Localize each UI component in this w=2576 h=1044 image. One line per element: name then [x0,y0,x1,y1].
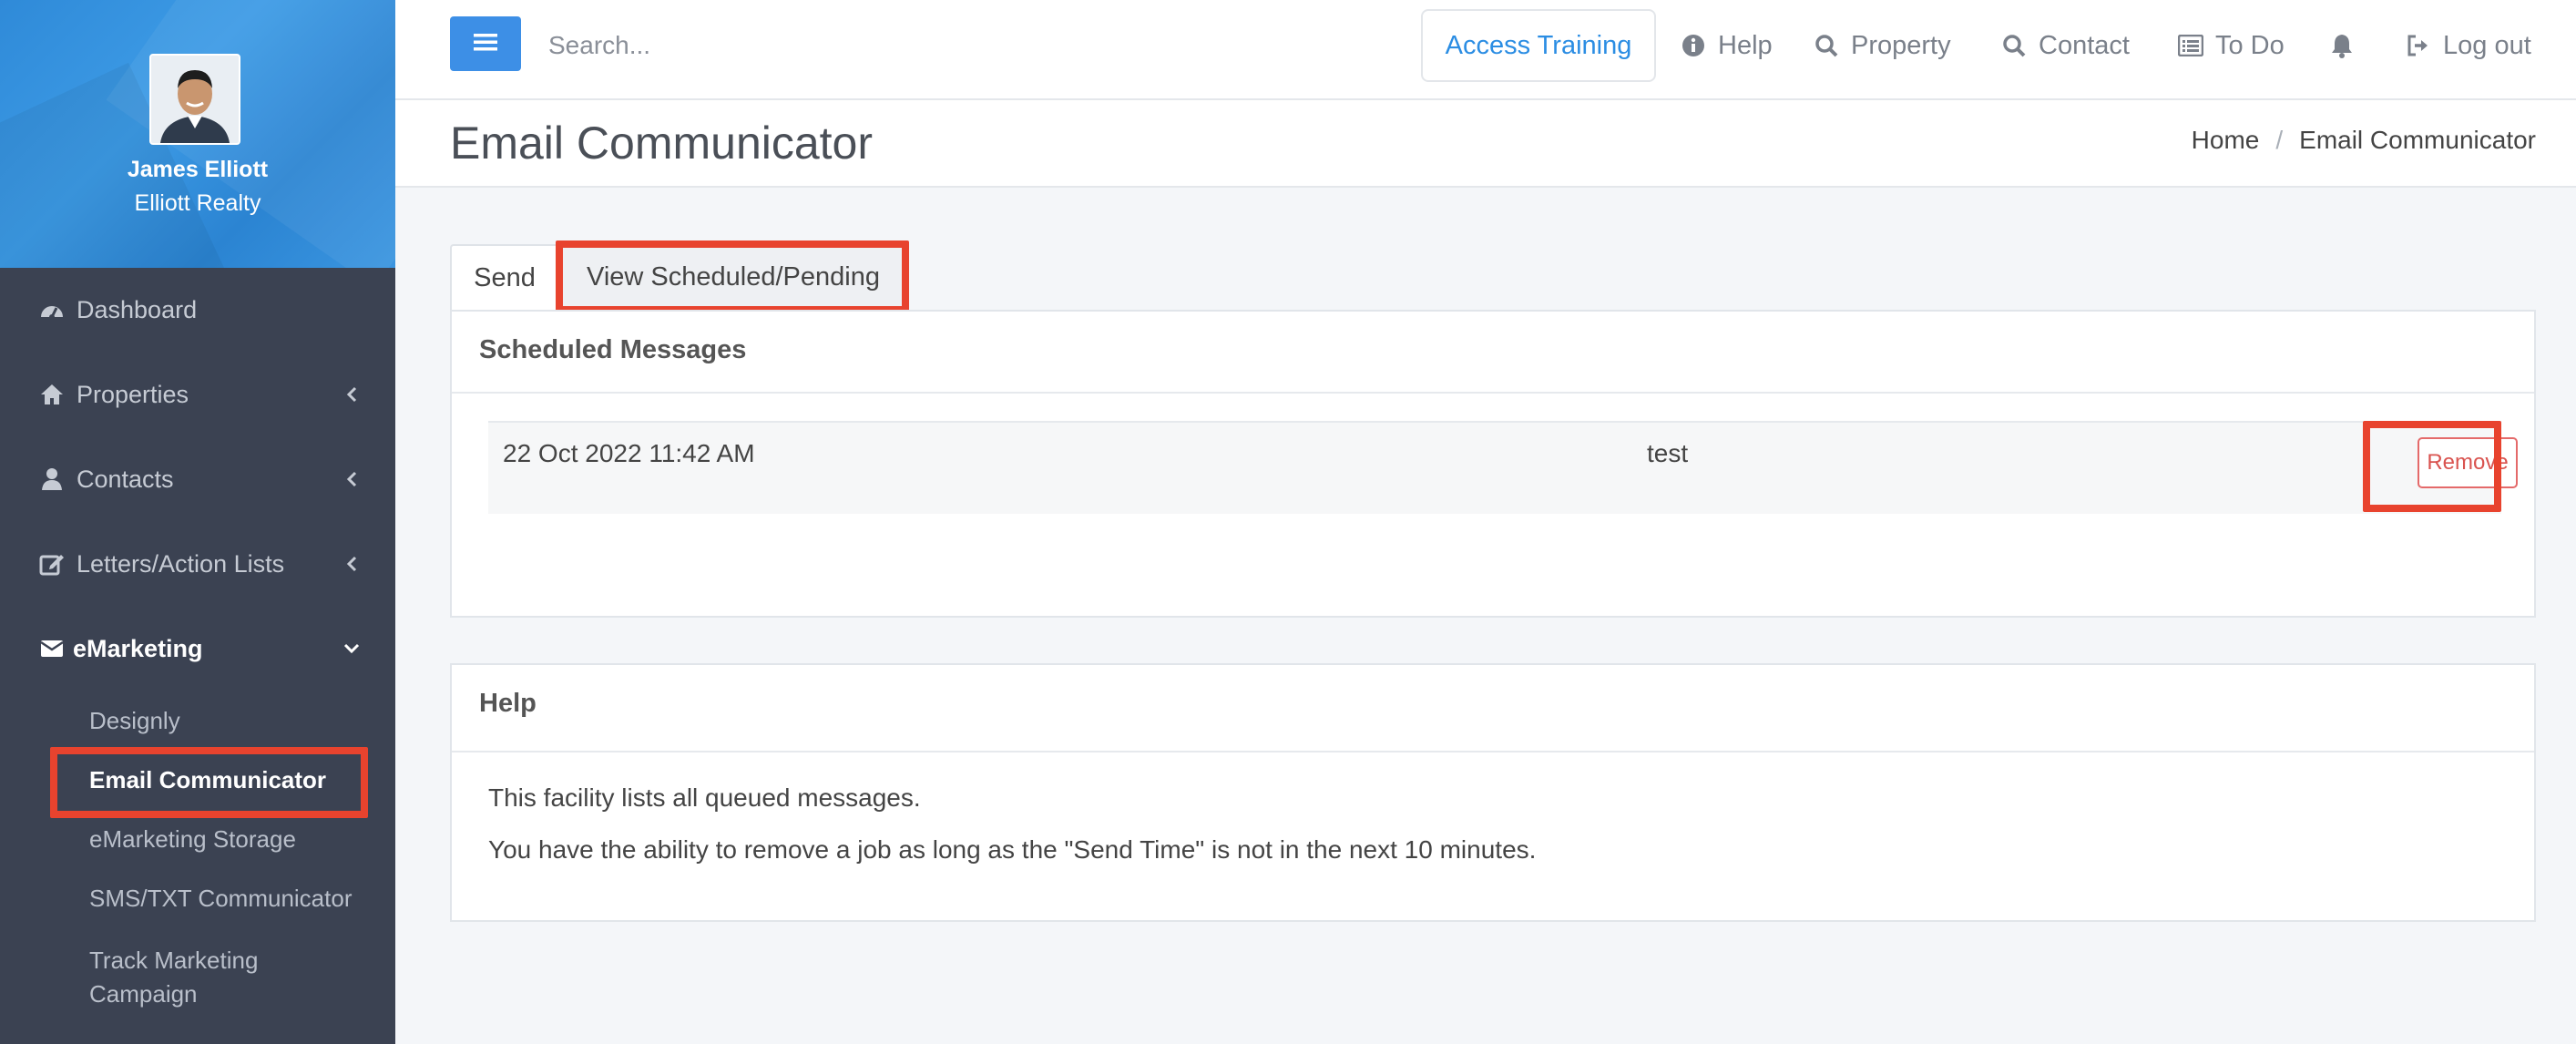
avatar[interactable] [149,54,240,145]
sidebar-item-label: Dashboard [77,295,198,323]
page-title: Email Communicator [450,118,874,169]
help-text-line: You have the ability to remove a job as … [488,835,1537,864]
panel-title: Scheduled Messages [479,335,747,364]
dashboard-icon [38,296,66,323]
table-row: 22 Oct 2022 11:42 AM test Remove [488,421,2518,514]
search-icon [1813,32,1840,59]
divider [452,392,2534,394]
breadcrumb-home[interactable]: Home [2192,126,2260,155]
edit-icon [38,550,66,578]
sidebar-item-label: eMarketing [73,634,203,662]
chevron-left-icon [342,555,361,573]
sidebar-profile: James Elliott Elliott Realty [0,0,395,268]
panel-title: Help [479,689,537,718]
message-date: 22 Oct 2022 11:42 AM [503,439,755,467]
sidebar-item-label: Letters/Action Lists [77,549,285,578]
bell-icon [2328,32,2356,59]
highlight-remove-button [2363,421,2501,512]
sidebar-item-letters[interactable]: Letters/Action Lists [0,527,395,600]
content-header: Email Communicator Home / Email Communic… [395,100,2576,188]
sidebar-item-emarketing[interactable]: eMarketing [0,612,395,685]
sidebar-subitem-emarketing-storage[interactable]: eMarketing Storage [89,825,296,854]
sign-out-icon [2405,32,2432,59]
divider [452,751,2534,752]
info-circle-icon [1680,32,1707,59]
topbar: Access Training Help Property Contact To… [395,0,2576,100]
list-icon [2177,32,2204,59]
chevron-down-icon [342,640,361,658]
sidebar-item-dashboard[interactable]: Dashboard [0,273,395,346]
hamburger-icon [474,32,497,56]
sidebar-item-properties[interactable]: Properties [0,358,395,431]
home-icon [38,381,66,408]
user-company: Elliott Realty [134,190,261,216]
chevron-left-icon [342,385,361,404]
todo-link[interactable]: To Do [2177,24,2285,67]
help-link[interactable]: Help [1680,24,1773,67]
logout-link[interactable]: Log out [2405,24,2531,67]
sidebar-item-contacts[interactable]: Contacts [0,443,395,516]
help-link-label: Help [1718,30,1773,60]
sidebar-item-label: Properties [77,380,189,408]
todo-link-label: To Do [2215,30,2285,60]
tab-send[interactable]: Send [450,244,559,310]
user-icon [38,466,66,493]
chevron-left-icon [342,470,361,488]
contact-link-label: Contact [2039,30,2130,60]
search-input[interactable] [548,22,1004,69]
help-panel: Help This facility lists all queued mess… [450,663,2536,922]
user-name: James Elliott [127,157,269,182]
sidebar-subitem-sms-communicator[interactable]: SMS/TXT Communicator [89,885,352,913]
notifications-button[interactable] [2328,24,2366,67]
breadcrumb-current: Email Communicator [2299,126,2536,154]
envelope-icon [38,635,66,662]
access-training-button[interactable]: Access Training [1421,9,1656,82]
sidebar-subitem-designly[interactable]: Designly [89,707,180,735]
scheduled-messages-panel: Scheduled Messages 22 Oct 2022 11:42 AM … [450,310,2536,618]
logout-link-label: Log out [2443,30,2531,60]
sidebar: James Elliott Elliott Realty Dashboard P… [0,0,395,1044]
breadcrumb: Home / Email Communicator [2192,126,2536,155]
sidebar-item-label: Contacts [77,465,174,493]
highlight-view-scheduled-tab [556,241,909,313]
help-text-line: This facility lists all queued messages. [488,783,921,812]
sidebar-subitem-track-marketing-campaign[interactable]: Track Marketing Campaign [89,944,372,1011]
breadcrumb-separator: / [2275,126,2284,154]
property-link-label: Property [1851,30,1951,60]
search-icon [2000,32,2028,59]
highlight-email-communicator [50,747,368,818]
property-search-link[interactable]: Property [1813,24,1951,67]
contact-search-link[interactable]: Contact [2000,24,2130,67]
message-subject: test [1647,439,1689,467]
menu-toggle-button[interactable] [450,16,521,71]
